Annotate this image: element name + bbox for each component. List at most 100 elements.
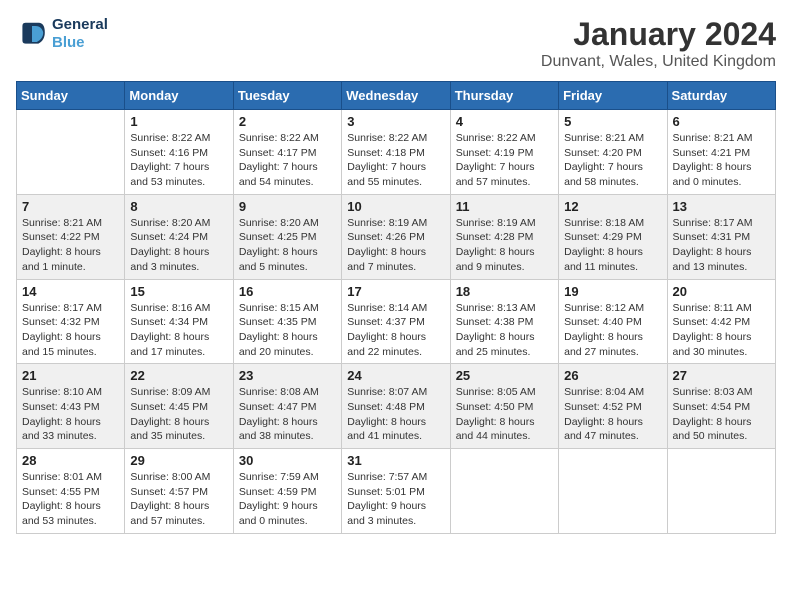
sunset: Sunset: 4:31 PM <box>673 230 770 245</box>
calendar-cell: 10 Sunrise: 8:19 AMSunset: 4:26 PMDayligh… <box>342 194 450 279</box>
sunrise: Sunrise: 8:19 AM <box>456 216 553 231</box>
sunset: Sunset: 4:17 PM <box>239 146 336 161</box>
day-info: Sunrise: 8:20 AMSunset: 4:24 PMDaylight:… <box>130 216 227 275</box>
day-info: Sunrise: 8:00 AMSunset: 4:57 PMDaylight:… <box>130 470 227 529</box>
sunrise: Sunrise: 8:22 AM <box>239 131 336 146</box>
day-number: 27 <box>673 368 770 383</box>
header: General Blue January 2024 Dunvant, Wales… <box>16 16 776 71</box>
daylight: Daylight: 8 hours and 17 minutes. <box>130 330 227 359</box>
header-sunday: Sunday <box>17 82 125 110</box>
sunset: Sunset: 4:25 PM <box>239 230 336 245</box>
sunset: Sunset: 5:01 PM <box>347 485 444 500</box>
sunset: Sunset: 4:26 PM <box>347 230 444 245</box>
day-info: Sunrise: 8:18 AMSunset: 4:29 PMDaylight:… <box>564 216 661 275</box>
sunrise: Sunrise: 8:22 AM <box>347 131 444 146</box>
day-info: Sunrise: 8:19 AMSunset: 4:26 PMDaylight:… <box>347 216 444 275</box>
sunrise: Sunrise: 8:21 AM <box>22 216 119 231</box>
daylight: Daylight: 8 hours and 0 minutes. <box>673 160 770 189</box>
calendar-cell: 31Sunrise: 7:57 AMSunset: 5:01 PMDayligh… <box>342 449 450 534</box>
day-number: 1 <box>130 114 227 129</box>
sunrise: Sunrise: 8:00 AM <box>130 470 227 485</box>
sunrise: Sunrise: 8:19 AM <box>347 216 444 231</box>
sunrise: Sunrise: 8:20 AM <box>130 216 227 231</box>
calendar-cell: 12 Sunrise: 8:18 AMSunset: 4:29 PMDayligh… <box>559 194 667 279</box>
daylight: Daylight: 8 hours and 25 minutes. <box>456 330 553 359</box>
day-number: 10 <box>347 199 444 214</box>
sunrise: Sunrise: 8:21 AM <box>564 131 661 146</box>
day-number: 2 <box>239 114 336 129</box>
sunset: Sunset: 4:28 PM <box>456 230 553 245</box>
calendar-week-row: 1Sunrise: 8:22 AMSunset: 4:16 PMDaylight… <box>17 110 776 195</box>
daylight: Daylight: 8 hours and 20 minutes. <box>239 330 336 359</box>
daylight: Daylight: 8 hours and 53 minutes. <box>22 499 119 528</box>
calendar-subtitle: Dunvant, Wales, United Kingdom <box>541 53 776 71</box>
sunset: Sunset: 4:57 PM <box>130 485 227 500</box>
daylight: Daylight: 7 hours and 53 minutes. <box>130 160 227 189</box>
calendar-cell: 15Sunrise: 8:16 AMSunset: 4:34 PMDayligh… <box>125 279 233 364</box>
day-number: 25 <box>456 368 553 383</box>
daylight: Daylight: 8 hours and 30 minutes. <box>673 330 770 359</box>
day-number: 30 <box>239 453 336 468</box>
sunrise: Sunrise: 8:16 AM <box>130 301 227 316</box>
sunset: Sunset: 4:35 PM <box>239 315 336 330</box>
daylight: Daylight: 7 hours and 58 minutes. <box>564 160 661 189</box>
daylight: Daylight: 8 hours and 33 minutes. <box>22 415 119 444</box>
calendar-cell <box>450 449 558 534</box>
calendar-cell: 17Sunrise: 8:14 AMSunset: 4:37 PMDayligh… <box>342 279 450 364</box>
day-number: 9 <box>239 199 336 214</box>
logo-text: General Blue <box>52 16 108 52</box>
sunrise: Sunrise: 8:22 AM <box>130 131 227 146</box>
sunset: Sunset: 4:47 PM <box>239 400 336 415</box>
sunrise: Sunrise: 8:13 AM <box>456 301 553 316</box>
day-info: Sunrise: 8:22 AMSunset: 4:17 PMDaylight:… <box>239 131 336 190</box>
sunrise: Sunrise: 8:12 AM <box>564 301 661 316</box>
calendar-cell: 25Sunrise: 8:05 AMSunset: 4:50 PMDayligh… <box>450 364 558 449</box>
day-number: 18 <box>456 284 553 299</box>
daylight: Daylight: 8 hours and 9 minutes. <box>456 245 553 274</box>
sunset: Sunset: 4:29 PM <box>564 230 661 245</box>
daylight: Daylight: 8 hours and 15 minutes. <box>22 330 119 359</box>
daylight: Daylight: 7 hours and 57 minutes. <box>456 160 553 189</box>
calendar-week-row: 28Sunrise: 8:01 AMSunset: 4:55 PMDayligh… <box>17 449 776 534</box>
sunrise: Sunrise: 8:05 AM <box>456 385 553 400</box>
calendar-cell: 11 Sunrise: 8:19 AMSunset: 4:28 PMDayligh… <box>450 194 558 279</box>
sunrise: Sunrise: 8:08 AM <box>239 385 336 400</box>
sunset: Sunset: 4:21 PM <box>673 146 770 161</box>
calendar-cell: 13Sunrise: 8:17 AMSunset: 4:31 PMDayligh… <box>667 194 775 279</box>
day-number: 16 <box>239 284 336 299</box>
daylight: Daylight: 8 hours and 50 minutes. <box>673 415 770 444</box>
day-info: Sunrise: 8:03 AMSunset: 4:54 PMDaylight:… <box>673 385 770 444</box>
day-number: 6 <box>673 114 770 129</box>
day-info: Sunrise: 8:09 AMSunset: 4:45 PMDaylight:… <box>130 385 227 444</box>
day-info: Sunrise: 7:59 AMSunset: 4:59 PMDaylight:… <box>239 470 336 529</box>
calendar-week-row: 14Sunrise: 8:17 AMSunset: 4:32 PMDayligh… <box>17 279 776 364</box>
sunrise: Sunrise: 8:04 AM <box>564 385 661 400</box>
calendar-cell: 9Sunrise: 8:20 AMSunset: 4:25 PMDaylight… <box>233 194 341 279</box>
day-info: Sunrise: 8:08 AMSunset: 4:47 PMDaylight:… <box>239 385 336 444</box>
calendar-cell: 28Sunrise: 8:01 AMSunset: 4:55 PMDayligh… <box>17 449 125 534</box>
day-number: 3 <box>347 114 444 129</box>
header-thursday: Thursday <box>450 82 558 110</box>
daylight: Daylight: 8 hours and 57 minutes. <box>130 499 227 528</box>
day-info: Sunrise: 8:12 AMSunset: 4:40 PMDaylight:… <box>564 301 661 360</box>
calendar-cell: 8Sunrise: 8:20 AMSunset: 4:24 PMDaylight… <box>125 194 233 279</box>
day-number: 12 <box>564 199 661 214</box>
calendar-cell <box>17 110 125 195</box>
sunset: Sunset: 4:59 PM <box>239 485 336 500</box>
day-info: Sunrise: 8:01 AMSunset: 4:55 PMDaylight:… <box>22 470 119 529</box>
calendar-cell: 5Sunrise: 8:21 AMSunset: 4:20 PMDaylight… <box>559 110 667 195</box>
header-wednesday: Wednesday <box>342 82 450 110</box>
sunrise: Sunrise: 8:17 AM <box>22 301 119 316</box>
sunset: Sunset: 4:24 PM <box>130 230 227 245</box>
daylight: Daylight: 7 hours and 54 minutes. <box>239 160 336 189</box>
sunrise: Sunrise: 8:21 AM <box>673 131 770 146</box>
calendar-cell: 3Sunrise: 8:22 AMSunset: 4:18 PMDaylight… <box>342 110 450 195</box>
title-section: January 2024 Dunvant, Wales, United King… <box>541 16 776 71</box>
day-number: 24 <box>347 368 444 383</box>
day-info: Sunrise: 7:57 AMSunset: 5:01 PMDaylight:… <box>347 470 444 529</box>
sunset: Sunset: 4:20 PM <box>564 146 661 161</box>
sunrise: Sunrise: 8:18 AM <box>564 216 661 231</box>
calendar-week-row: 7Sunrise: 8:21 AMSunset: 4:22 PMDaylight… <box>17 194 776 279</box>
daylight: Daylight: 8 hours and 41 minutes. <box>347 415 444 444</box>
day-number: 11 <box>456 199 553 214</box>
